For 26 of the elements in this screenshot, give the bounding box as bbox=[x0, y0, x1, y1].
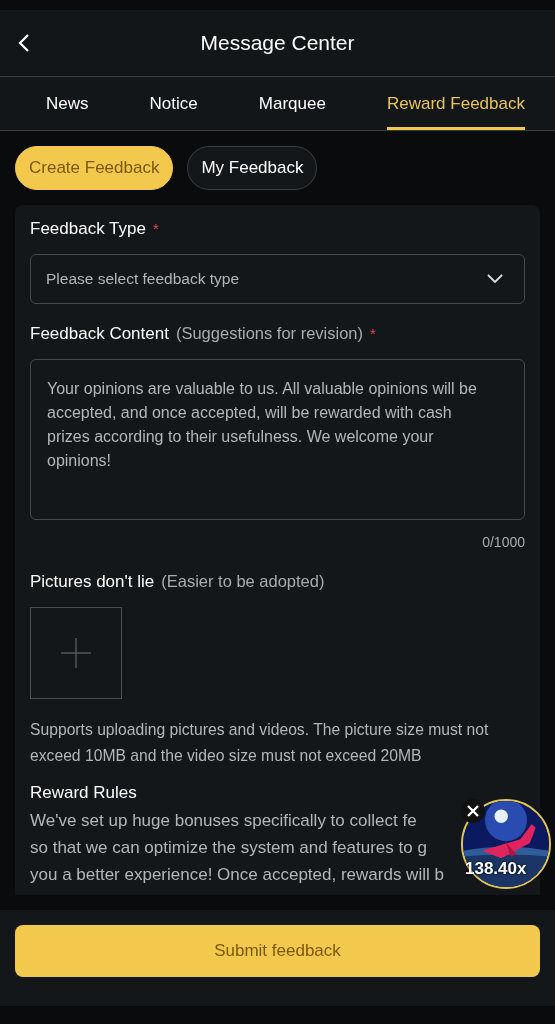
tab[interactable]: Reward Feedback bbox=[387, 77, 525, 130]
segment-button[interactable]: My Feedback bbox=[187, 146, 318, 190]
rules-text-line: We've set up huge bonuses specifically to collect fe bbox=[30, 810, 417, 832]
rules-text-line: so that we can optimize the system and features to g bbox=[30, 837, 427, 859]
field-label: Feedback Content bbox=[30, 324, 169, 344]
feedback-type-select[interactable]: Please select feedback type bbox=[30, 254, 525, 304]
required-mark: * bbox=[370, 325, 376, 342]
segment-button[interactable]: Create Feedback bbox=[15, 146, 174, 190]
field-label: Pictures don't lie bbox=[30, 572, 155, 592]
character-counter: 0/1000 bbox=[482, 534, 525, 550]
tab[interactable]: Notice bbox=[149, 77, 198, 130]
required-mark: * bbox=[152, 220, 159, 237]
field-label: Feedback Type bbox=[30, 219, 146, 239]
chevron-down-icon bbox=[486, 273, 504, 285]
upload-note: Supports uploading pictures and videos. The picture size must not exceed 10MB and the video size must not exceed 20MB bbox=[30, 720, 490, 766]
tab[interactable]: Marquee bbox=[258, 77, 326, 130]
submit-button[interactable]: Submit feedback bbox=[15, 925, 540, 977]
feedback-content-field[interactable]: Your opinions are valuable to us. All valuable opinions will be accepted, and once accepted, will be rewarded with cash prizes according to their usefulness. We welcome your opinions! bbox=[30, 359, 525, 520]
field-hint: (Easier to be adopted) bbox=[161, 572, 325, 591]
section-title: Reward Rules bbox=[30, 783, 137, 803]
plus-icon bbox=[60, 637, 92, 669]
page-title: Message Center bbox=[200, 31, 355, 55]
tab[interactable]: News bbox=[46, 77, 89, 130]
close-icon bbox=[467, 805, 479, 817]
rules-text-line: you a better experience! Once accepted, rewards will b bbox=[30, 864, 444, 886]
field-hint: (Suggestions for revision) bbox=[175, 324, 363, 343]
